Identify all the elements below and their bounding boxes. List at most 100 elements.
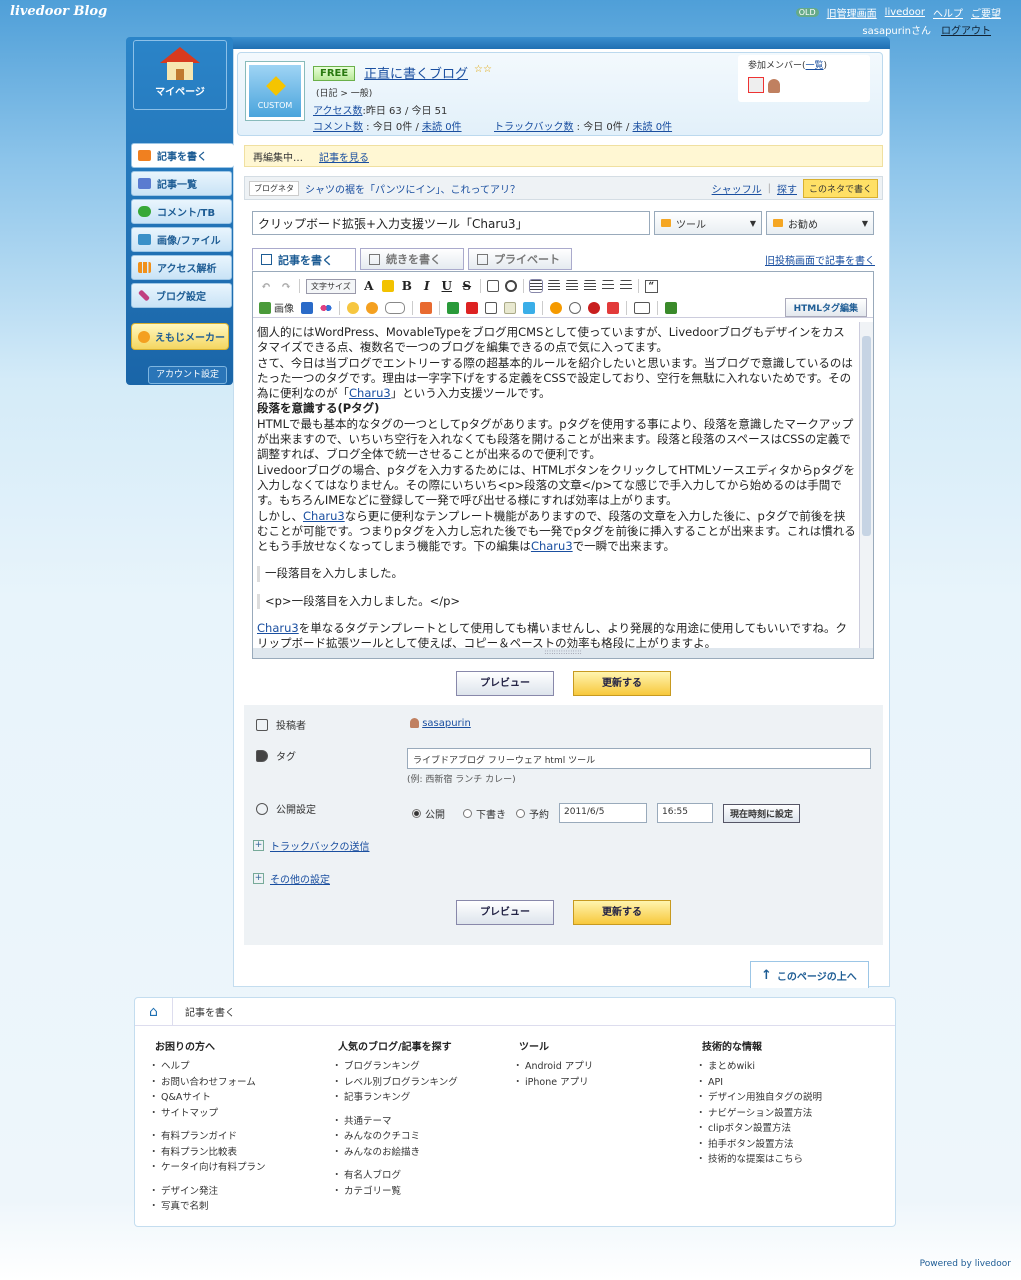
sidebar-item-settings[interactable]: ブログ設定 bbox=[131, 283, 232, 308]
other-settings-link[interactable]: その他の設定 bbox=[270, 871, 330, 886]
youtube-icon[interactable] bbox=[466, 301, 478, 314]
footer-link[interactable]: デザイン用独自タグの説明 bbox=[696, 1090, 822, 1106]
update-button[interactable]: 更新する bbox=[573, 671, 671, 696]
time-input[interactable]: 16:55 bbox=[657, 803, 713, 823]
undo-icon[interactable]: ↶ bbox=[259, 279, 273, 293]
search-topic-link[interactable]: 探す bbox=[777, 181, 797, 196]
footer-link[interactable]: API bbox=[696, 1075, 822, 1091]
font-color-icon[interactable]: A bbox=[362, 279, 376, 293]
blockquote-icon[interactable]: “ bbox=[644, 279, 658, 293]
radio-public[interactable]: 公開 bbox=[412, 806, 445, 821]
footer-link[interactable]: 有料プラン比較表 bbox=[149, 1145, 266, 1161]
trackback-unread-link[interactable]: 未読 0件 bbox=[633, 122, 673, 133]
powered-by[interactable]: Powered by livedoor bbox=[920, 1259, 1011, 1269]
clear-format-icon[interactable] bbox=[486, 280, 499, 292]
twitter-icon[interactable] bbox=[523, 301, 535, 314]
preview-button[interactable]: プレビュー bbox=[456, 671, 554, 696]
charu3-link[interactable]: Charu3 bbox=[257, 621, 299, 635]
footer-link[interactable]: みんなのお絵描き bbox=[332, 1145, 458, 1161]
shuffle-link[interactable]: シャッフル bbox=[712, 181, 762, 196]
footer-link[interactable]: ヘルプ bbox=[149, 1059, 266, 1075]
custom-thumbnail[interactable]: CUSTOM bbox=[246, 62, 304, 120]
trackback-toggle[interactable]: + トラックバックの送信 bbox=[253, 838, 370, 853]
category-select-2[interactable]: お勧め ▼ bbox=[766, 211, 874, 235]
editor-resize-handle[interactable]: :::::::::::::::: bbox=[253, 648, 873, 658]
comment-unread-link[interactable]: 未読 0件 bbox=[422, 122, 462, 133]
radio-schedule[interactable]: 予約 bbox=[516, 806, 549, 821]
sidebar-item-analytics[interactable]: アクセス解析 bbox=[131, 255, 232, 280]
article-title-input[interactable] bbox=[252, 211, 650, 235]
italic-icon[interactable]: I bbox=[420, 279, 434, 293]
footer-link[interactable]: 写真で名刺 bbox=[149, 1199, 266, 1215]
pen-icon[interactable] bbox=[420, 301, 432, 314]
matome-icon[interactable] bbox=[447, 301, 459, 314]
footer-link[interactable]: みんなのクチコミ bbox=[332, 1129, 458, 1145]
bold-icon[interactable]: B bbox=[400, 279, 414, 293]
charu3-link[interactable]: Charu3 bbox=[303, 509, 345, 523]
author-link[interactable]: sasapurin bbox=[422, 718, 471, 729]
footer-link[interactable]: 技術的な提案はこちら bbox=[696, 1152, 822, 1168]
old-post-screen-link[interactable]: 旧投稿画面で記事を書く bbox=[765, 252, 875, 267]
kaomoji-icon[interactable] bbox=[385, 301, 405, 314]
sidebar-item-comments[interactable]: コメント/TB bbox=[131, 199, 232, 224]
footer-link[interactable]: カテゴリー覧 bbox=[332, 1184, 458, 1200]
blog-title-link[interactable]: 正直に書くブログ bbox=[364, 63, 468, 82]
sidebar-item-list[interactable]: 記事一覧 bbox=[131, 171, 232, 196]
footer-link[interactable]: ケータイ向け有料プラン bbox=[149, 1160, 265, 1176]
footer-link[interactable]: iPhone アプリ bbox=[513, 1075, 593, 1091]
preview-button-bottom[interactable]: プレビュー bbox=[456, 900, 554, 925]
flickr-icon[interactable] bbox=[320, 301, 332, 314]
charu3-link[interactable]: Charu3 bbox=[349, 386, 391, 400]
underline-icon[interactable]: U bbox=[440, 279, 454, 293]
footer-link[interactable]: 有料プランガイド bbox=[149, 1129, 266, 1145]
justify-icon[interactable] bbox=[583, 280, 596, 292]
date-input[interactable]: 2011/6/5 bbox=[559, 803, 647, 823]
dmenu-icon[interactable] bbox=[607, 301, 619, 314]
amazon-icon[interactable] bbox=[550, 301, 562, 314]
sidebar-item-images[interactable]: 画像/ファイル bbox=[131, 227, 232, 252]
comment-count-link[interactable]: コメント数 bbox=[313, 122, 363, 133]
align-center-icon[interactable] bbox=[547, 280, 560, 292]
account-settings-button[interactable]: アカウント設定 bbox=[148, 366, 227, 384]
update-button-bottom[interactable]: 更新する bbox=[573, 900, 671, 925]
footer-link[interactable]: まとめwiki bbox=[696, 1059, 822, 1075]
html-edit-button[interactable]: HTMLタグ編集 bbox=[784, 298, 867, 317]
member-avatar[interactable] bbox=[748, 77, 764, 93]
footer-link[interactable]: 有名人ブログ bbox=[332, 1168, 458, 1184]
category-select-1[interactable]: ツール ▼ bbox=[654, 211, 762, 235]
footer-link[interactable]: お問い合わせフォーム bbox=[149, 1075, 266, 1091]
video-icon[interactable] bbox=[485, 301, 497, 314]
footer-link[interactable]: 共通テーマ bbox=[332, 1114, 458, 1130]
align-left-icon[interactable] bbox=[528, 279, 543, 293]
access-count-link[interactable]: アクセス数 bbox=[313, 106, 363, 117]
other-settings-toggle[interactable]: + その他の設定 bbox=[253, 871, 330, 886]
insert-image-button[interactable]: 画像 bbox=[259, 300, 294, 315]
footer-link[interactable]: 記事ランキング bbox=[332, 1090, 458, 1106]
tags-input[interactable]: ライブドアブログ フリーウェア html ツール bbox=[407, 748, 871, 769]
emoji-icon[interactable] bbox=[347, 301, 359, 314]
footer-link[interactable]: サイトマップ bbox=[149, 1106, 266, 1122]
request-link[interactable]: ご要望 bbox=[971, 5, 1001, 20]
more-icon[interactable] bbox=[634, 301, 650, 314]
mypage-button[interactable]: マイページ bbox=[133, 40, 227, 110]
footer-link[interactable]: Q&Aサイト bbox=[149, 1090, 266, 1106]
logout-link[interactable]: ログアウト bbox=[941, 22, 991, 37]
strikethrough-icon[interactable]: S bbox=[460, 279, 474, 293]
footer-link[interactable]: ブログランキング bbox=[332, 1059, 458, 1075]
numbered-list-icon[interactable] bbox=[619, 280, 632, 292]
photo-service-icon[interactable] bbox=[301, 301, 313, 314]
view-article-link[interactable]: 記事を見る bbox=[319, 149, 369, 164]
trackback-link[interactable]: トラックバックの送信 bbox=[270, 838, 370, 853]
highlight-icon[interactable] bbox=[381, 280, 394, 292]
footer-link[interactable]: デザイン発注 bbox=[149, 1184, 266, 1200]
map-icon[interactable] bbox=[504, 301, 516, 314]
rakuten-icon[interactable] bbox=[588, 301, 600, 314]
footer-link[interactable]: レベル別ブログランキング bbox=[332, 1075, 458, 1091]
sidebar-item-write[interactable]: 記事を書く bbox=[131, 143, 234, 168]
set-now-button[interactable]: 現在時刻に設定 bbox=[723, 803, 801, 823]
trackback-count-link[interactable]: トラックバック数 bbox=[494, 122, 574, 133]
footer-link[interactable]: clipボタン設置方法 bbox=[696, 1121, 822, 1137]
member-avatar[interactable] bbox=[768, 79, 780, 93]
blog-category[interactable]: (日記 > 一般) bbox=[316, 86, 372, 99]
emoji-maker-button[interactable]: えもじメーカー bbox=[131, 323, 229, 350]
